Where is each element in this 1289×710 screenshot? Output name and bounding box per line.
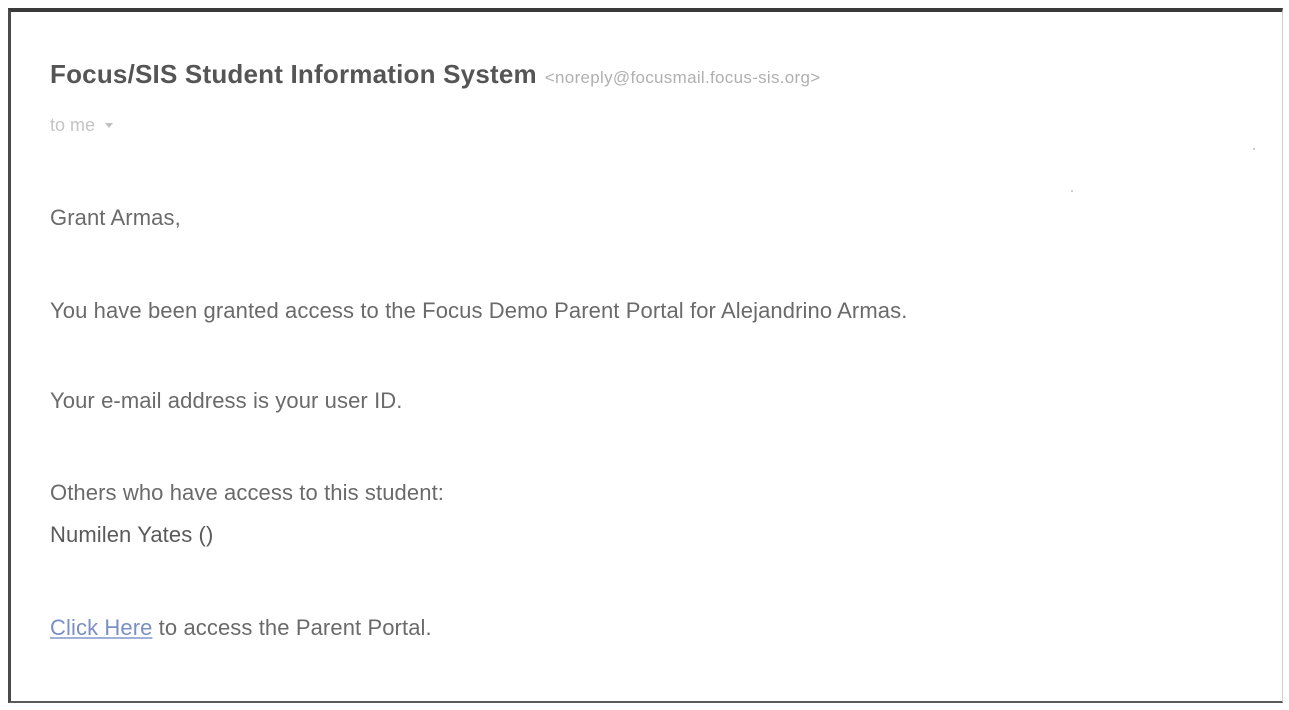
click-here-link[interactable]: Click Here <box>50 615 152 640</box>
portal-link-suffix: to access the Parent Portal. <box>152 615 432 640</box>
portal-link-line: Click Here to access the Parent Portal. <box>50 615 432 641</box>
access-message: You have been granted access to the Focu… <box>50 298 908 323</box>
recipient-dropdown[interactable]: to me <box>50 115 114 136</box>
email-message-panel: Focus/SIS Student Information System <no… <box>8 8 1283 703</box>
others-names: Numilen Yates () <box>50 522 214 547</box>
recipient-label: to me <box>50 115 96 135</box>
userid-message: Your e-mail address is your user ID. <box>50 388 403 413</box>
sender-email: <noreply@focusmail.focus-sis.org> <box>544 68 821 87</box>
scan-speck <box>1071 190 1073 192</box>
chevron-down-icon <box>105 123 114 128</box>
email-header: Focus/SIS Student Information System <no… <box>50 59 821 90</box>
greeting: Grant Armas, <box>50 205 181 230</box>
others-heading: Others who have access to this student: <box>50 480 444 505</box>
scan-speck <box>1253 148 1255 150</box>
sender-name[interactable]: Focus/SIS Student Information System <box>50 59 537 90</box>
